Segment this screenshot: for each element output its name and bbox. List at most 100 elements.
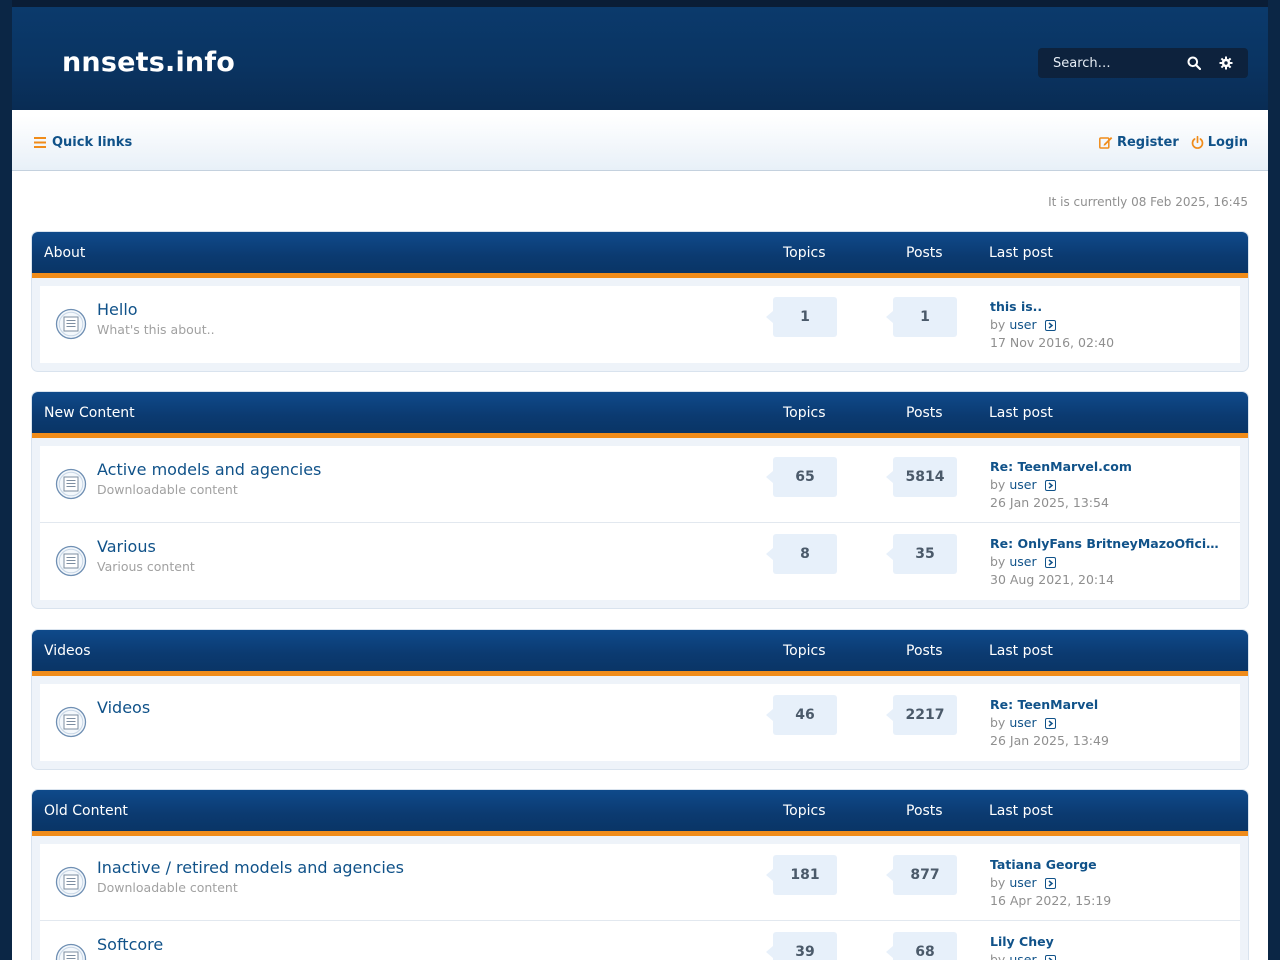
posts-count: 1 — [886, 297, 957, 337]
search-button[interactable] — [1178, 48, 1210, 78]
forum-read-icon — [55, 706, 87, 738]
last-post-user[interactable]: user — [1009, 553, 1036, 571]
column-posts: Posts — [906, 803, 943, 819]
topics-count: 39 — [766, 932, 837, 960]
forum-category: Videos Topics Posts Last post Videos 46 2217 Re… — [32, 630, 1248, 769]
site-logo[interactable]: nnsets.info — [62, 47, 235, 78]
column-posts: Posts — [906, 245, 943, 261]
forum-read-icon — [55, 943, 87, 960]
posts-count: 35 — [886, 534, 957, 574]
page-wrapper: nnsets.info Search… Quick links Register… — [12, 7, 1268, 960]
last-post-date: 17 Nov 2016, 02:40 — [990, 335, 1115, 350]
login-label: Login — [1207, 135, 1248, 150]
forum-title[interactable]: Various — [97, 537, 156, 556]
forum-category: About Topics Posts Last post Hello What's thi… — [32, 232, 1248, 371]
last-post-title[interactable]: Tatiana George — [990, 856, 1111, 874]
last-post-user[interactable]: user — [1009, 476, 1036, 494]
column-topics: Topics — [783, 803, 826, 819]
column-topics: Topics — [783, 405, 826, 421]
forum-read-icon — [55, 468, 87, 500]
forum-read-icon — [55, 308, 87, 340]
last-post-user[interactable]: user — [1009, 874, 1036, 892]
forum-read-icon — [55, 545, 87, 577]
last-post-date: 30 Aug 2021, 20:14 — [990, 572, 1115, 587]
search-box — [1038, 48, 1248, 78]
last-post-date: 16 Apr 2022, 15:19 — [990, 893, 1112, 908]
last-post-user[interactable]: user — [1009, 951, 1036, 960]
topics-count: 1 — [766, 297, 837, 337]
forum-title[interactable]: Videos — [97, 698, 150, 717]
search-input[interactable] — [1038, 48, 1178, 78]
by-label: by — [990, 715, 1006, 730]
view-latest-post-link[interactable] — [1044, 479, 1056, 491]
category-caret — [48, 433, 58, 438]
forum-description: Downloadable content — [97, 880, 238, 895]
forum-description: What's this about.. — [97, 322, 215, 337]
last-post-title[interactable]: Lily Chey — [990, 933, 1056, 951]
posts-count: 5814 — [886, 457, 957, 497]
view-latest-post-link[interactable] — [1044, 319, 1056, 331]
forum-row: Softcore 39 68 Lily Chey by user — [40, 921, 1240, 960]
posts-count: 2217 — [886, 695, 957, 735]
last-post-title[interactable]: Re: TeenMarvel — [990, 696, 1109, 714]
forum-title[interactable]: Softcore — [97, 935, 163, 954]
view-latest-post-link[interactable] — [1044, 954, 1056, 960]
by-label: by — [990, 554, 1006, 569]
view-latest-post-link[interactable] — [1044, 877, 1056, 889]
posts-count: 68 — [886, 932, 957, 960]
category-header: Old Content Topics Posts Last post — [32, 790, 1248, 836]
last-post-title[interactable]: Re: OnlyFans BritneyMazoOfici… — [990, 535, 1219, 553]
forum-description: Downloadable content — [97, 482, 238, 497]
power-icon — [1191, 136, 1204, 149]
category-caret — [48, 831, 58, 836]
forum-row: Videos 46 2217 Re: TeenMarvel by user 26 Jan 2… — [40, 684, 1240, 761]
column-last-post: Last post — [989, 803, 1053, 819]
column-last-post: Last post — [989, 643, 1053, 659]
search-icon — [1187, 56, 1201, 70]
login-link[interactable]: Login — [1191, 135, 1248, 150]
forum-read-icon — [55, 866, 87, 898]
topics-count: 181 — [766, 855, 837, 895]
last-post-user[interactable]: user — [1009, 316, 1036, 334]
view-latest-post-icon — [1044, 479, 1056, 491]
last-post-date: 26 Jan 2025, 13:49 — [990, 733, 1109, 748]
last-post: Tatiana George by user 16 Apr 2022, 15:19 — [990, 856, 1111, 910]
last-post-user[interactable]: user — [1009, 714, 1036, 732]
category-caret — [48, 273, 58, 278]
edit-icon — [1099, 137, 1113, 149]
category-title[interactable]: New Content — [44, 405, 135, 421]
view-latest-post-link[interactable] — [1044, 717, 1056, 729]
forum-list: Hello What's this about.. 1 1 this is.. by use… — [32, 278, 1248, 371]
column-last-post: Last post — [989, 245, 1053, 261]
forum-list: Videos 46 2217 Re: TeenMarvel by user 26 Jan 2… — [32, 676, 1248, 769]
by-label: by — [990, 875, 1006, 890]
topics-count: 8 — [766, 534, 837, 574]
category-title[interactable]: Videos — [44, 643, 91, 659]
advanced-search-button[interactable] — [1210, 48, 1242, 78]
forum-title[interactable]: Active models and agencies — [97, 460, 321, 479]
view-latest-post-link[interactable] — [1044, 556, 1056, 568]
category-title[interactable]: Old Content — [44, 803, 128, 819]
view-latest-post-icon — [1044, 954, 1056, 960]
last-post-title[interactable]: this is.. — [990, 298, 1114, 316]
forum-title[interactable]: Inactive / retired models and agencies — [97, 858, 404, 877]
category-header: New Content Topics Posts Last post — [32, 392, 1248, 438]
forum-row: Active models and agencies Downloadable c… — [40, 446, 1240, 523]
column-last-post: Last post — [989, 405, 1053, 421]
topics-count: 65 — [766, 457, 837, 497]
register-link[interactable]: Register — [1099, 135, 1179, 150]
forum-title[interactable]: Hello — [97, 300, 138, 319]
last-post: Re: TeenMarvel.com by user 26 Jan 2025, 13:… — [990, 458, 1132, 512]
last-post: this is.. by user 17 Nov 2016, 02:40 — [990, 298, 1114, 352]
quick-links-button[interactable]: Quick links — [34, 135, 132, 150]
user-nav: Register Login — [1099, 135, 1248, 150]
category-title[interactable]: About — [44, 245, 85, 261]
last-post-by: by user — [990, 874, 1111, 892]
forum-category: Old Content Topics Posts Last post Inactive … — [32, 790, 1248, 960]
posts-count: 877 — [886, 855, 957, 895]
last-post-title[interactable]: Re: TeenMarvel.com — [990, 458, 1132, 476]
category-header: Videos Topics Posts Last post — [32, 630, 1248, 676]
column-topics: Topics — [783, 245, 826, 261]
navbar: Quick links Register Login — [12, 116, 1268, 171]
last-post-by: by user — [990, 553, 1219, 571]
